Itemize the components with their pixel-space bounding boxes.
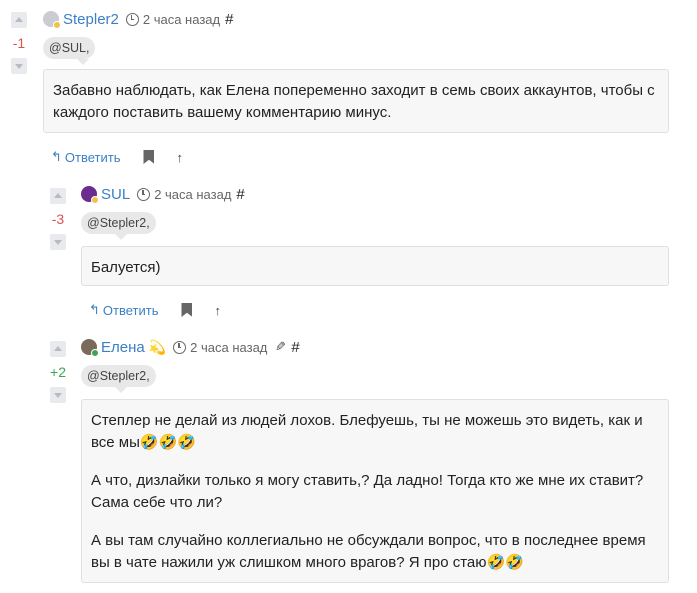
clock-icon — [137, 187, 151, 201]
status-dot-icon — [91, 349, 99, 357]
reply-label: Ответить — [64, 149, 121, 165]
comment-score: -3 — [51, 211, 65, 227]
bookmark-icon[interactable] — [181, 303, 193, 317]
mention-tag[interactable]: @Stepler2, — [81, 212, 156, 240]
avatar[interactable] — [43, 11, 61, 29]
clock-icon — [173, 340, 187, 354]
comment-time: 2 часа назад — [154, 186, 232, 202]
downvote-button[interactable] — [11, 58, 27, 74]
comment-score: -1 — [12, 35, 26, 51]
reply-button[interactable]: ↰ Ответить — [89, 302, 158, 318]
avatar[interactable] — [81, 339, 99, 357]
comment-actions: ↰ Ответить ↑ — [89, 300, 221, 320]
comment-header: SUL 2 часа назад # — [81, 184, 245, 204]
clock-icon — [125, 12, 139, 26]
dizzy-icon: 💫 — [148, 338, 167, 355]
downvote-button[interactable] — [50, 387, 66, 403]
comment-paragraph: А что, дизлайки только я могу ставить,? … — [91, 472, 644, 511]
upvote-button[interactable] — [11, 12, 27, 28]
comment-body: Балуется) — [81, 246, 669, 286]
downvote-button[interactable] — [50, 234, 66, 250]
vote-panel: -3 — [48, 188, 68, 250]
comment-header: Stepler2 2 часа назад # — [43, 9, 233, 29]
comment-text: Забавно наблюдать, как Елена попеременно… — [53, 82, 655, 121]
mention-tag[interactable]: @Stepler2, — [81, 365, 156, 393]
comment-body: Забавно наблюдать, как Елена попеременно… — [43, 69, 669, 133]
comment-header: Елена 💫 2 часа назад ✎ # — [81, 337, 300, 357]
comment-body: Степлер не делай из людей лохов. Блефуеш… — [81, 399, 669, 583]
comment-paragraph: Степлер не делай из людей лохов. Блефуеш… — [91, 412, 643, 451]
mention-tag[interactable]: @SUL, — [43, 37, 96, 65]
author-name[interactable]: Елена — [101, 339, 145, 356]
comment-time: 2 часа назад — [190, 339, 268, 355]
author-name[interactable]: SUL — [101, 186, 130, 203]
comment-time: 2 часа назад — [142, 11, 221, 27]
bookmark-icon[interactable] — [143, 150, 155, 164]
comment-actions: ↰ Ответить ↑ — [51, 147, 183, 167]
permalink[interactable]: # — [291, 339, 299, 356]
arrow-up-icon[interactable]: ↑ — [214, 303, 221, 318]
reply-label: Ответить — [102, 302, 159, 318]
edited-pencil-icon: ✎ — [275, 339, 287, 354]
status-dot-icon — [91, 196, 99, 204]
comment-text: Балуется) — [91, 259, 161, 276]
status-dot-icon — [53, 21, 61, 29]
avatar[interactable] — [81, 186, 99, 204]
permalink[interactable]: # — [236, 186, 244, 203]
upvote-button[interactable] — [50, 341, 66, 357]
reply-button[interactable]: ↰ Ответить — [51, 149, 120, 165]
author-name[interactable]: Stepler2 — [63, 11, 119, 28]
permalink[interactable]: # — [225, 11, 233, 28]
upvote-button[interactable] — [50, 188, 66, 204]
reply-icon: ↰ — [89, 302, 100, 317]
vote-panel: +2 — [48, 341, 68, 403]
reply-icon: ↰ — [51, 149, 62, 164]
comment-score: +2 — [50, 364, 66, 380]
vote-panel: -1 — [9, 12, 29, 74]
comment-paragraph: А вы там случайно коллегиально не обсужд… — [91, 532, 646, 571]
arrow-up-icon[interactable]: ↑ — [176, 150, 183, 165]
